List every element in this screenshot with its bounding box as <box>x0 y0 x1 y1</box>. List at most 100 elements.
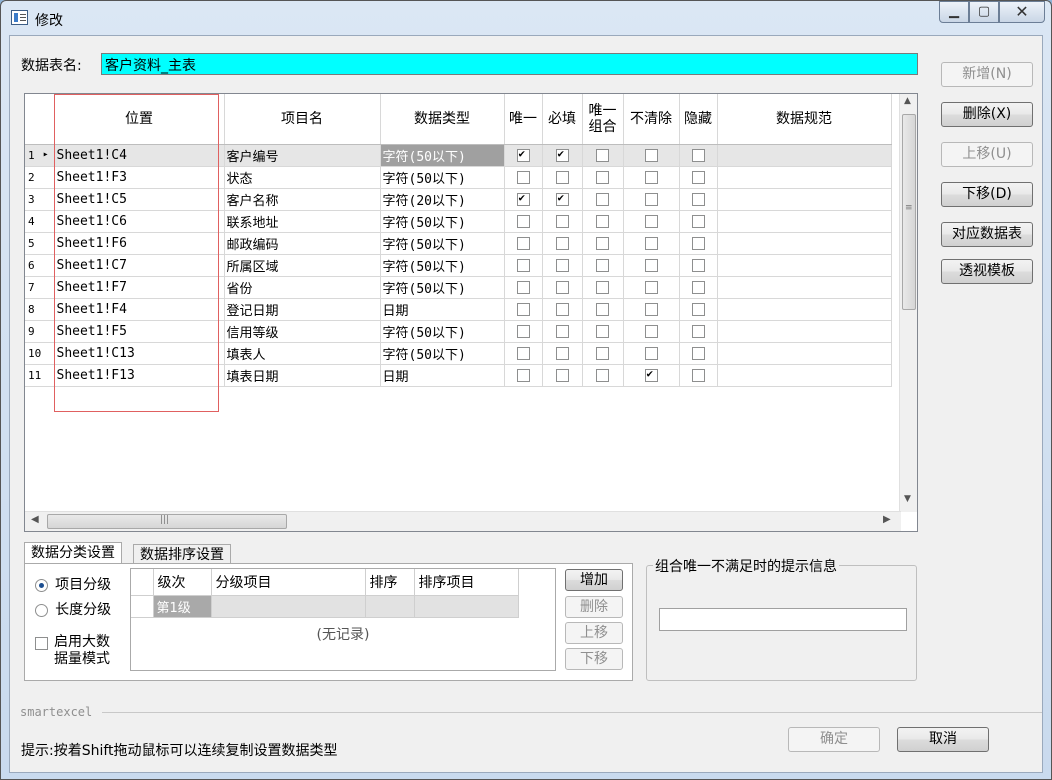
data-rule-cell[interactable] <box>717 144 892 167</box>
table-row[interactable]: 4 Sheet1!C6 联系地址 字符(50以下) <box>25 210 892 233</box>
required-cell[interactable] <box>542 254 583 277</box>
checkbox-icon[interactable] <box>516 147 530 162</box>
close-button[interactable]: ✕ <box>999 1 1045 23</box>
row-number[interactable]: 7 <box>25 276 55 299</box>
minimize-button[interactable]: ▁ <box>939 1 969 23</box>
checkbox-icon[interactable] <box>691 170 705 184</box>
unique-cell[interactable] <box>504 254 543 277</box>
level-delete-button[interactable]: 删除 <box>565 596 623 618</box>
hidden-cell[interactable] <box>679 298 718 321</box>
unique-cell[interactable] <box>504 298 543 321</box>
title-bar[interactable]: 修改 ▁ ▢ ✕ <box>1 1 1051 35</box>
combo-cell[interactable] <box>582 188 624 211</box>
level-down-button[interactable]: 下移 <box>565 648 623 670</box>
data-type-cell[interactable]: 日期 <box>380 298 505 321</box>
column-header-type[interactable]: 数据类型 <box>380 94 505 145</box>
hidden-cell[interactable] <box>679 144 718 167</box>
checkbox-icon[interactable] <box>555 147 569 162</box>
unique-cell[interactable] <box>504 210 543 233</box>
scroll-up-arrow-icon[interactable]: ▲ <box>904 96 911 106</box>
checkbox-icon[interactable] <box>555 214 569 228</box>
row-number[interactable]: 1 ▸ <box>25 144 55 167</box>
level-sort-item-cell[interactable] <box>414 595 519 618</box>
noclear-cell[interactable] <box>623 188 680 211</box>
checkbox-icon[interactable] <box>596 258 609 272</box>
checkbox-icon[interactable] <box>555 346 569 360</box>
grid-vertical-scrollbar[interactable]: ▲ ≡ ▼ <box>899 94 917 512</box>
column-header-data-rule[interactable]: 数据规范 <box>717 94 892 145</box>
unique-cell[interactable] <box>504 320 543 343</box>
item-name-cell[interactable]: 状态 <box>224 166 381 189</box>
column-header-position[interactable]: 位置 <box>54 94 225 145</box>
maximize-button[interactable]: ▢ <box>969 1 999 23</box>
data-rule-cell[interactable] <box>717 210 892 233</box>
data-type-cell[interactable]: 字符(50以下) <box>380 276 505 299</box>
checkbox-icon[interactable] <box>691 258 705 272</box>
checkbox-icon[interactable] <box>516 191 530 206</box>
grid-horizontal-scrollbar[interactable]: ◀ ||| ▶ <box>25 511 901 531</box>
table-row[interactable]: 2 Sheet1!F3 状态 字符(50以下) <box>25 166 892 189</box>
noclear-cell[interactable] <box>623 342 680 365</box>
level-header-item[interactable]: 分级项目 <box>211 569 366 596</box>
position-cell[interactable]: Sheet1!F7 <box>54 276 225 299</box>
level-add-button[interactable]: 增加 <box>565 569 623 591</box>
data-rule-cell[interactable] <box>717 232 892 255</box>
row-number[interactable]: 5 <box>25 232 55 255</box>
row-number[interactable]: 2 <box>25 166 55 189</box>
vertical-scroll-thumb[interactable]: ≡ <box>902 114 916 310</box>
checkbox-icon[interactable] <box>644 302 658 316</box>
combo-cell[interactable] <box>582 166 624 189</box>
tab-data-sort[interactable]: 数据排序设置 <box>133 544 231 564</box>
item-name-cell[interactable]: 联系地址 <box>224 210 381 233</box>
data-rule-cell[interactable] <box>717 364 892 387</box>
item-name-cell[interactable]: 填表日期 <box>224 364 381 387</box>
level-item-cell[interactable] <box>211 595 366 618</box>
unique-cell[interactable] <box>504 232 543 255</box>
checkbox-icon[interactable] <box>596 346 609 360</box>
row-number[interactable]: 9 <box>25 320 55 343</box>
combo-message-input[interactable] <box>659 608 907 631</box>
checkbox-icon[interactable] <box>691 214 705 228</box>
checkbox-icon[interactable] <box>691 368 705 382</box>
unique-cell[interactable] <box>504 342 543 365</box>
checkbox-icon[interactable] <box>516 214 530 228</box>
horizontal-scroll-thumb[interactable]: ||| <box>47 514 287 529</box>
checkbox-icon[interactable] <box>516 302 530 316</box>
item-name-cell[interactable]: 客户名称 <box>224 188 381 211</box>
data-type-cell[interactable]: 字符(50以下) <box>380 210 505 233</box>
unique-cell[interactable] <box>504 364 543 387</box>
data-type-cell[interactable]: 日期 <box>380 364 505 387</box>
row-number[interactable]: 4 <box>25 210 55 233</box>
position-cell[interactable]: Sheet1!C4 <box>54 144 225 167</box>
checkbox-icon[interactable] <box>555 324 569 338</box>
data-rule-cell[interactable] <box>717 342 892 365</box>
checkbox-icon[interactable] <box>644 170 658 184</box>
item-name-cell[interactable]: 所属区域 <box>224 254 381 277</box>
required-cell[interactable] <box>542 232 583 255</box>
hidden-cell[interactable] <box>679 320 718 343</box>
position-cell[interactable]: Sheet1!C5 <box>54 188 225 211</box>
item-name-cell[interactable]: 信用等级 <box>224 320 381 343</box>
table-row[interactable]: 7 Sheet1!F7 省份 字符(50以下) <box>25 276 892 299</box>
checkbox-icon[interactable] <box>596 368 609 382</box>
data-rule-cell[interactable] <box>717 188 892 211</box>
position-cell[interactable]: Sheet1!C6 <box>54 210 225 233</box>
add-row-button[interactable]: 新增(N) <box>941 62 1033 87</box>
data-type-cell[interactable]: 字符(20以下) <box>380 188 505 211</box>
column-header-hidden[interactable]: 隐藏 <box>679 94 718 145</box>
table-row[interactable]: 6 Sheet1!C7 所属区域 字符(50以下) <box>25 254 892 277</box>
data-rule-cell[interactable] <box>717 298 892 321</box>
radio-item-level[interactable]: 项目分级 <box>35 574 111 594</box>
required-cell[interactable] <box>542 210 583 233</box>
checkbox-icon[interactable] <box>516 368 530 382</box>
noclear-cell[interactable] <box>623 166 680 189</box>
column-header-required[interactable]: 必填 <box>542 94 583 145</box>
radio-unselected-icon[interactable] <box>35 604 48 617</box>
position-cell[interactable]: Sheet1!C7 <box>54 254 225 277</box>
checkbox-icon[interactable] <box>35 637 48 650</box>
required-cell[interactable] <box>542 364 583 387</box>
unique-cell[interactable] <box>504 188 543 211</box>
hidden-cell[interactable] <box>679 188 718 211</box>
level-row[interactable]: 第1级 <box>131 595 519 618</box>
table-row[interactable]: 11 Sheet1!F13 填表日期 日期 <box>25 364 892 387</box>
